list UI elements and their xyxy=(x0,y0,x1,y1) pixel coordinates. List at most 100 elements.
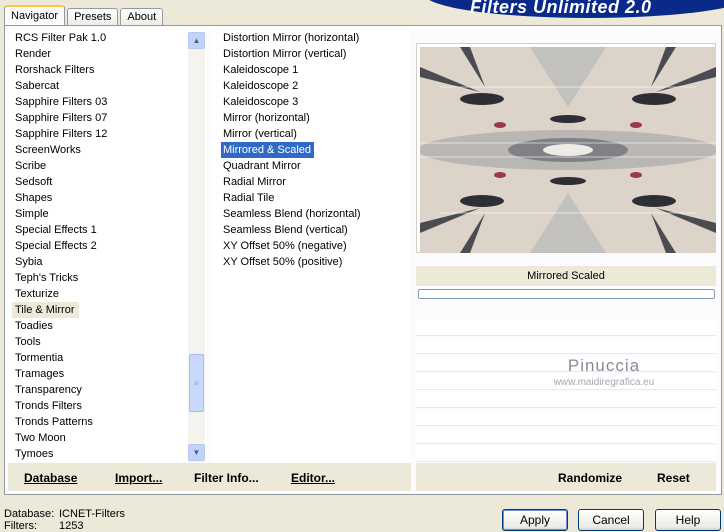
editor-button[interactable]: Editor... xyxy=(291,471,335,485)
preview-frame xyxy=(416,43,716,253)
filter-item-label: Distortion Mirror (vertical) xyxy=(223,48,347,60)
category-item-label: Sapphire Filters 12 xyxy=(15,128,108,140)
category-item-label: Tools xyxy=(15,336,41,348)
preview-toolbar: Randomize Reset xyxy=(416,463,716,491)
watermark: Pinuccia www.maidiregrafica.eu xyxy=(540,356,668,388)
category-item-label: Scribe xyxy=(15,160,47,172)
filter-item[interactable]: Distortion Mirror (vertical) xyxy=(212,46,410,62)
category-item[interactable]: Tymoes xyxy=(8,446,206,462)
category-item[interactable]: Render xyxy=(8,46,206,62)
category-item[interactable]: Sapphire Filters 12 xyxy=(8,126,206,142)
parameter-row[interactable] xyxy=(416,428,716,444)
category-scrollbar[interactable]: ▲ ≡ ▼ xyxy=(188,32,205,462)
filter-item[interactable]: Distortion Mirror (horizontal) xyxy=(212,30,410,46)
category-item[interactable]: Tormentia xyxy=(8,350,206,366)
category-item[interactable]: Transparency xyxy=(8,382,206,398)
category-item[interactable]: Two Moon xyxy=(8,430,206,446)
watermark-title: Pinuccia xyxy=(567,356,641,375)
category-item-label: ScreenWorks xyxy=(15,144,81,156)
filter-item[interactable]: Quadrant Mirror xyxy=(212,158,410,174)
parameter-slider[interactable] xyxy=(418,289,715,299)
category-item-label: Simple xyxy=(15,208,49,220)
help-button[interactable]: Help xyxy=(655,509,721,531)
category-item-label: Sybia xyxy=(15,256,43,268)
tab-presets[interactable]: Presets xyxy=(67,8,119,26)
category-item[interactable]: Sedsoft xyxy=(8,174,206,190)
filter-item[interactable]: XY Offset 50% (positive) xyxy=(212,254,410,270)
category-item-label: Tronds Patterns xyxy=(15,416,93,428)
filter-info-button[interactable]: Filter Info... xyxy=(194,471,259,485)
tab-bar: Navigator Presets About xyxy=(4,4,165,26)
filter-item-label: Kaleidoscope 2 xyxy=(223,80,299,92)
filter-item[interactable]: Seamless Blend (vertical) xyxy=(212,222,410,238)
category-item[interactable]: Sapphire Filters 07 xyxy=(8,110,206,126)
grip-icon[interactable]: ≡ xyxy=(189,354,204,412)
category-item-label: Tramages xyxy=(15,368,65,380)
parameter-row[interactable] xyxy=(416,446,716,462)
category-item-label: Tymoes xyxy=(15,448,54,460)
category-item[interactable]: RCS Filter Pak 1.0 xyxy=(8,30,206,46)
category-item[interactable]: Scribe xyxy=(8,158,206,174)
reset-button[interactable]: Reset xyxy=(657,471,690,485)
filter-item-label: Distortion Mirror (horizontal) xyxy=(223,32,360,44)
filter-item[interactable]: Mirrored & Scaled xyxy=(212,142,410,158)
chevron-down-icon[interactable]: ▼ xyxy=(188,444,205,461)
parameter-row[interactable] xyxy=(416,338,716,354)
category-item[interactable]: Tronds Filters xyxy=(8,398,206,414)
filter-item[interactable]: Kaleidoscope 1 xyxy=(212,62,410,78)
filter-item-label: Mirrored & Scaled xyxy=(221,142,315,158)
filter-item-label: Kaleidoscope 3 xyxy=(223,96,299,108)
filter-item-label: Seamless Blend (horizontal) xyxy=(223,208,361,220)
filter-item-label: Kaleidoscope 1 xyxy=(223,64,299,76)
filter-item[interactable]: Kaleidoscope 2 xyxy=(212,78,410,94)
filter-item-label: Mirror (vertical) xyxy=(223,128,297,140)
parameter-row[interactable] xyxy=(416,320,716,336)
filter-item[interactable]: Kaleidoscope 3 xyxy=(212,94,410,110)
category-item[interactable]: Tile & Mirror xyxy=(8,302,206,318)
cancel-button[interactable]: Cancel xyxy=(578,509,644,531)
filter-item[interactable]: XY Offset 50% (negative) xyxy=(212,238,410,254)
category-item[interactable]: Sabercat xyxy=(8,78,206,94)
filter-item[interactable]: Radial Tile xyxy=(212,190,410,206)
navigator-toolbar: Database Import... Filter Info... Editor… xyxy=(8,463,411,491)
parameter-row[interactable] xyxy=(416,410,716,426)
category-item-label: Rorshack Filters xyxy=(15,64,95,76)
category-item[interactable]: Rorshack Filters xyxy=(8,62,206,78)
apply-button[interactable]: Apply xyxy=(502,509,568,531)
filter-item[interactable]: Seamless Blend (horizontal) xyxy=(212,206,410,222)
filter-list[interactable]: Distortion Mirror (horizontal) Distortion… xyxy=(212,30,410,462)
category-list[interactable]: RCS Filter Pak 1.0 Render Rorshack Filters… xyxy=(8,30,206,462)
randomize-button[interactable]: Randomize xyxy=(558,471,622,485)
filter-item[interactable]: Mirror (horizontal) xyxy=(212,110,410,126)
category-item[interactable]: Simple xyxy=(8,206,206,222)
chevron-up-icon[interactable]: ▲ xyxy=(188,32,205,49)
category-item-label: Tronds Filters xyxy=(15,400,82,412)
parameter-row[interactable] xyxy=(416,392,716,408)
filter-item-label: XY Offset 50% (negative) xyxy=(223,240,347,252)
category-item[interactable]: Toadies xyxy=(8,318,206,334)
filter-item-label: XY Offset 50% (positive) xyxy=(223,256,343,268)
category-item[interactable]: Sybia xyxy=(8,254,206,270)
category-item[interactable]: Tramages xyxy=(8,366,206,382)
category-item[interactable]: Sapphire Filters 03 xyxy=(8,94,206,110)
category-item[interactable]: Tools xyxy=(8,334,206,350)
editor-label: Editor... xyxy=(291,471,336,485)
tab-navigator[interactable]: Navigator xyxy=(4,5,66,26)
database-label: Database xyxy=(24,471,78,485)
watermark-url: www.maidiregrafica.eu xyxy=(553,377,655,388)
category-item[interactable]: Tronds Patterns xyxy=(8,414,206,430)
filter-item[interactable]: Mirror (vertical) xyxy=(212,126,410,142)
tab-about[interactable]: About xyxy=(120,8,164,26)
category-item[interactable]: Shapes xyxy=(8,190,206,206)
category-item-label: RCS Filter Pak 1.0 xyxy=(15,32,107,44)
category-item[interactable]: Texturize xyxy=(8,286,206,302)
category-item[interactable]: ScreenWorks xyxy=(8,142,206,158)
category-item[interactable]: Special Effects 2 xyxy=(8,238,206,254)
category-item[interactable]: Teph's Tricks xyxy=(8,270,206,286)
category-item[interactable]: Special Effects 1 xyxy=(8,222,206,238)
filter-item[interactable]: Radial Mirror xyxy=(212,174,410,190)
category-item-label: Tile & Mirror xyxy=(12,302,80,318)
filter-item-label: Seamless Blend (vertical) xyxy=(223,224,348,236)
database-button[interactable]: Database xyxy=(24,471,77,485)
import-button[interactable]: Import... xyxy=(115,471,162,485)
